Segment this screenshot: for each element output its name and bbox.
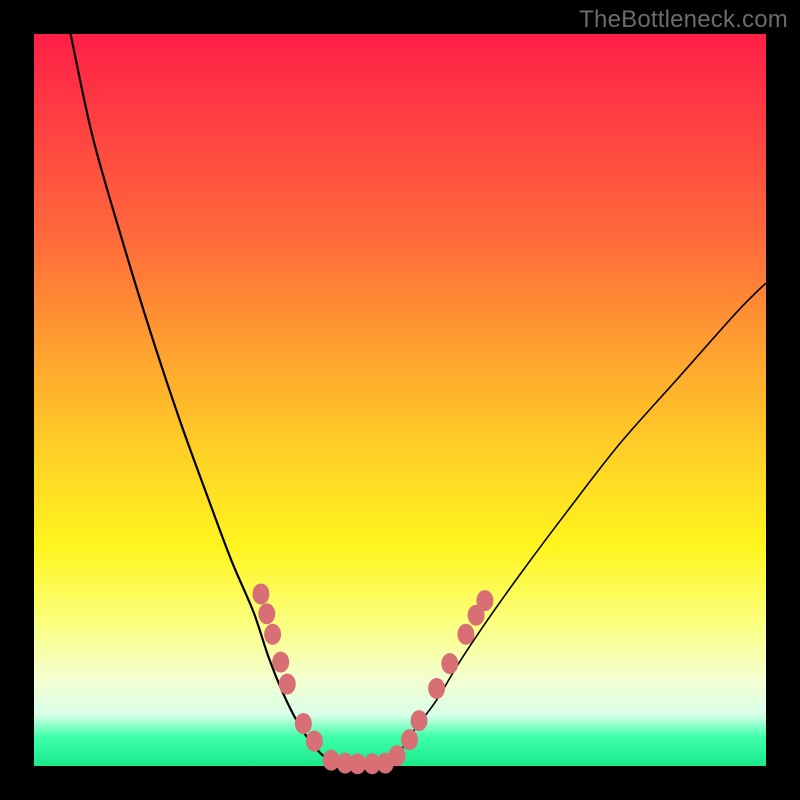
data-marker — [264, 624, 281, 645]
data-marker — [349, 753, 366, 774]
curve-left-branch — [71, 34, 342, 766]
data-marker — [457, 624, 474, 645]
marker-group — [252, 583, 493, 774]
watermark-text: TheBottleneck.com — [579, 6, 788, 34]
data-marker — [295, 713, 312, 734]
chart-container: TheBottleneck.com — [0, 0, 800, 800]
chart-svg — [34, 34, 766, 766]
data-marker — [279, 674, 296, 695]
data-marker — [258, 603, 275, 624]
data-marker — [389, 745, 406, 766]
data-marker — [306, 731, 323, 752]
data-marker — [411, 710, 428, 731]
data-marker — [252, 583, 269, 604]
data-marker — [476, 590, 493, 611]
data-marker — [272, 652, 289, 673]
data-marker — [428, 678, 445, 699]
data-marker — [441, 653, 458, 674]
data-marker — [401, 729, 418, 750]
plot-background — [34, 34, 766, 766]
